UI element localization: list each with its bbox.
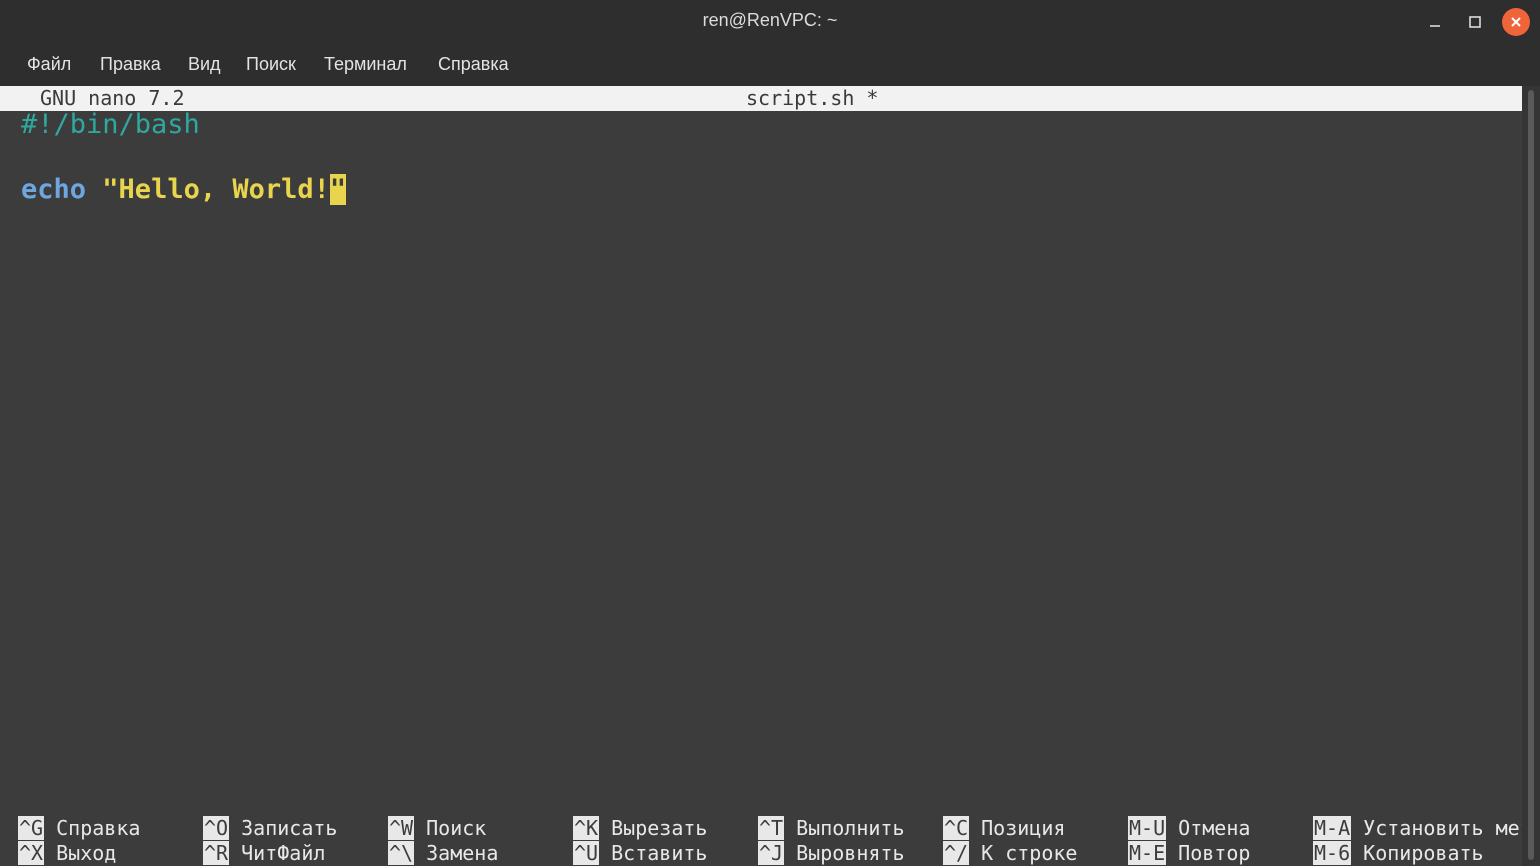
nano-version: GNU nano 7.2 (40, 86, 185, 110)
code-string: "Hello, World! (102, 174, 330, 205)
shortcut-read-file: ^R ЧитФайл (203, 841, 326, 865)
shortcut-bar: ^G Справка ^O Записать ^W Поиск ^K Вырез… (0, 814, 1532, 866)
shortcut-cut: ^K Вырезать (573, 816, 708, 840)
title-bar: ren@RenVPC: ~ (0, 0, 1540, 44)
maximize-button[interactable] (1461, 8, 1489, 36)
shortcut-undo: M-U Отмена (1128, 816, 1251, 840)
shortcut-copy: M-6 Копировать (1313, 841, 1484, 865)
window-title: ren@RenVPC: ~ (702, 10, 838, 30)
shortcut-position: ^C Позиция (943, 816, 1066, 840)
vertical-scrollbar[interactable] (1522, 86, 1540, 866)
shortcut-help: ^G Справка (18, 816, 141, 840)
menu-edit[interactable]: Правка (100, 54, 161, 75)
nano-header: GNU nano 7.2 script.sh * (0, 86, 1522, 111)
shortcut-write: ^O Записать (203, 816, 338, 840)
terminal-area[interactable]: GNU nano 7.2 script.sh * #!/bin/bash ech… (0, 86, 1532, 866)
scrollbar-thumb[interactable] (1528, 90, 1534, 860)
nano-filename: script.sh * (746, 86, 879, 110)
code-line-shebang[interactable]: #!/bin/bash (21, 109, 200, 141)
shortcut-paste: ^U Вставить (573, 841, 708, 865)
close-button[interactable] (1502, 8, 1530, 36)
shortcut-set-mark: M-A Установить мет (1313, 816, 1532, 840)
code-keyword: echo (21, 174, 87, 205)
menu-file[interactable]: Файл (27, 54, 71, 75)
menu-terminal[interactable]: Терминал (324, 54, 407, 75)
minimize-icon (1430, 25, 1440, 27)
menu-view[interactable]: Вид (188, 54, 221, 75)
maximize-icon (1469, 16, 1481, 28)
terminal-window: ren@RenVPC: ~ Файл Правка Вид Поиск Терм… (0, 0, 1540, 866)
menu-bar: Файл Правка Вид Поиск Терминал Справка (0, 44, 1540, 86)
menu-search[interactable]: Поиск (246, 54, 296, 75)
shortcut-execute: ^T Выполнить (758, 816, 905, 840)
menu-help[interactable]: Справка (438, 54, 509, 75)
shortcut-go-to-line: ^/ К строке (943, 841, 1078, 865)
shortcut-exit: ^X Выход (18, 841, 117, 865)
code-line-echo[interactable]: echo "Hello, World!" (21, 174, 347, 206)
close-icon (1511, 17, 1521, 27)
shortcut-redo: M-E Повтор (1128, 841, 1251, 865)
shortcut-justify: ^J Выровнять (758, 841, 905, 865)
text-cursor: " (329, 174, 347, 205)
shortcut-replace: ^\ Замена (388, 841, 499, 865)
shortcut-search: ^W Поиск (388, 816, 487, 840)
minimize-button[interactable] (1421, 8, 1449, 36)
